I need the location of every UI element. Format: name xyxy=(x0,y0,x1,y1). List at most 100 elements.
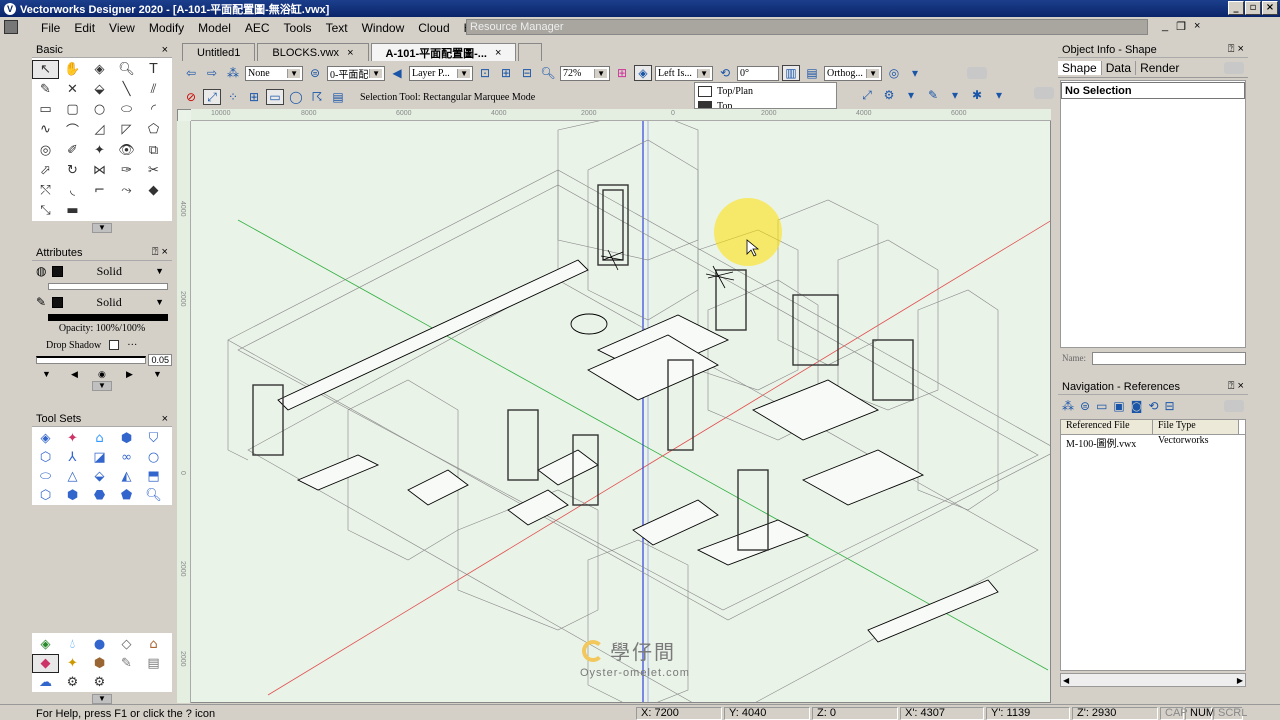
fit-to-objects-icon[interactable]: ⊞ xyxy=(497,65,515,81)
box-icon[interactable]: ⬢ xyxy=(86,654,113,673)
multiple-reshaping-icon[interactable]: ⁘ xyxy=(224,89,242,105)
view-option-top-plan[interactable]: Top/Plan xyxy=(695,83,836,100)
menu-model[interactable]: Model xyxy=(191,21,238,35)
clip-cube-icon[interactable]: ▥ xyxy=(782,65,800,81)
settings-icon[interactable]: ⚙ xyxy=(86,673,113,692)
toolset-dims-notes-icon[interactable]: ⅄ xyxy=(59,448,86,467)
single-object-mode-icon[interactable]: ⊞ xyxy=(245,89,263,105)
rotate-plan-icon[interactable]: ⟲ xyxy=(716,65,734,81)
table-row[interactable]: M-100-圖例.vwx Vectorworks xyxy=(1061,435,1245,450)
references-tab-icon[interactable]: ⟲ xyxy=(1148,399,1158,413)
attributes-scroll-down-icon[interactable]: ▼ xyxy=(92,381,112,391)
fill-row[interactable]: ◍ Solid ▼ xyxy=(32,261,172,281)
toolset-objects-icon[interactable]: ◭ xyxy=(113,467,140,486)
toolset-surfaces-icon[interactable]: ⬒ xyxy=(140,467,167,486)
menu-tools[interactable]: Tools xyxy=(277,21,319,35)
zoom-select[interactable]: 72% ▼ xyxy=(560,65,610,81)
visibility-tool-icon[interactable]: 👁︎ xyxy=(113,141,140,160)
menu-view[interactable]: View xyxy=(102,21,142,35)
tab-shape[interactable]: Shape xyxy=(1058,60,1102,75)
toolset-furniture-icon[interactable]: ⬢ xyxy=(113,429,140,448)
navigation-more-button[interactable] xyxy=(1224,400,1244,412)
menu-window[interactable]: Window xyxy=(355,21,412,35)
rounded-rectangle-tool-icon[interactable]: ▢ xyxy=(59,100,86,119)
tab-close-icon[interactable]: × xyxy=(495,47,501,59)
toolset-visualization-icon[interactable]: ✦ xyxy=(59,429,86,448)
toolset-solids-icon[interactable]: ⬡ xyxy=(32,486,59,505)
fillet-tool-icon[interactable]: ◟ xyxy=(59,181,86,200)
locus-tool-icon[interactable]: ✕ xyxy=(59,80,86,99)
chamfer-tool-icon[interactable]: ⌐ xyxy=(86,181,113,200)
toolset-building-shell-icon[interactable]: ⌂ xyxy=(86,429,113,448)
layers-tab-icon[interactable]: ⊜ xyxy=(1080,399,1090,413)
selection-tool-icon[interactable]: ↖ xyxy=(32,60,59,79)
angle-input[interactable]: 0° xyxy=(737,65,779,81)
freehand-tool-icon[interactable]: ∿ xyxy=(32,120,59,139)
zoom-tool-icon[interactable]: 🔍︎ xyxy=(113,60,140,79)
lasso-select-icon[interactable]: ◯ xyxy=(287,89,305,105)
regular-polygon-tool-icon[interactable]: ⬠ xyxy=(140,120,167,139)
polygon-select-icon[interactable]: ☈ xyxy=(308,89,326,105)
pencil-icon[interactable]: ✎ xyxy=(113,654,140,673)
name-input[interactable] xyxy=(1092,351,1246,365)
drawing-canvas[interactable] xyxy=(177,109,1051,703)
rectangular-marquee-mode-icon[interactable]: ⤢ xyxy=(203,89,221,105)
maximize-button[interactable]: ▫ xyxy=(1245,1,1261,15)
house-icon[interactable]: ⌂ xyxy=(140,635,167,654)
toolsets-close-icon[interactable]: × xyxy=(162,413,168,425)
menu-cloud[interactable]: Cloud xyxy=(411,21,456,35)
droplet-icon[interactable]: 💧︎ xyxy=(59,635,86,654)
sheets-tab-icon[interactable]: ▭ xyxy=(1096,399,1107,413)
flyover-tool-icon[interactable]: ◈ xyxy=(86,60,113,79)
back-view-icon[interactable]: ⇦ xyxy=(182,65,200,81)
toolbar-more-button[interactable] xyxy=(1034,87,1054,99)
minimize-button[interactable]: _ xyxy=(1228,1,1244,15)
tab-untitled1[interactable]: Untitled1 xyxy=(182,43,256,61)
polygon-tool-icon[interactable]: ◿ xyxy=(86,120,113,139)
opacity-label[interactable]: Opacity: 100%/100% xyxy=(32,323,172,337)
globe-icon[interactable]: ● xyxy=(86,635,113,654)
line-weight-value[interactable]: 0.05 xyxy=(148,354,172,366)
object-info-pin-close-icon[interactable]: ⍰ × xyxy=(1228,43,1244,56)
toolset-detailing-icon[interactable]: ⬡ xyxy=(32,448,59,467)
offset-tool-icon[interactable]: ⤳ xyxy=(113,181,140,200)
fill-dropdown-icon[interactable]: ▼ xyxy=(155,266,172,276)
arrow-left-icon[interactable]: ◀ xyxy=(71,369,78,380)
toolset-machine-components-icon[interactable]: ∞ xyxy=(113,448,140,467)
arrow-end-dropdown-icon[interactable]: ▼ xyxy=(153,369,162,379)
double-polygon-tool-icon[interactable]: ◸ xyxy=(113,120,140,139)
fill-color-swatch[interactable] xyxy=(52,265,64,277)
eyedropper-tool-icon[interactable]: ✐ xyxy=(59,141,86,160)
arc-tool-icon[interactable]: ◜ xyxy=(140,100,167,119)
object-info-more-button[interactable] xyxy=(1224,61,1244,74)
view-select[interactable]: Left Is... ▼ xyxy=(655,65,713,81)
toolset-mep-icon[interactable]: ○ xyxy=(140,448,167,467)
saved-views-tab-icon[interactable]: ◙ xyxy=(1131,399,1143,413)
arrow-start-dropdown-icon[interactable]: ▼ xyxy=(42,369,51,379)
pen-row[interactable]: ✎ Solid ▼ xyxy=(32,292,172,312)
3d-locus-tool-icon[interactable]: ⬙ xyxy=(86,80,113,99)
text-tool-icon[interactable]: T xyxy=(140,60,167,79)
workspace-scroll-down-icon[interactable]: ▼ xyxy=(92,694,112,704)
view-option-top[interactable]: Top xyxy=(695,100,836,108)
tab-data[interactable]: Data xyxy=(1102,60,1137,75)
mirror-tool-icon[interactable]: ⋈ xyxy=(86,161,113,180)
attribute-mapping-tool-icon[interactable]: ✦ xyxy=(86,141,113,160)
toolset-cabinets-icon[interactable]: ⬢ xyxy=(59,486,86,505)
site-design-icon[interactable]: ◈ xyxy=(32,635,59,654)
tab-render[interactable]: Render xyxy=(1136,61,1183,75)
render-mode-icon[interactable]: ⊡ xyxy=(476,65,494,81)
basic-palette-close-icon[interactable]: × xyxy=(162,44,168,56)
toolset-stairs-icon[interactable]: ⬣ xyxy=(86,486,113,505)
tab-blocks[interactable]: BLOCKS.vwx × xyxy=(257,43,369,61)
render-icon[interactable]: ◆ xyxy=(32,654,59,673)
rotate-tool-icon[interactable]: ↻ xyxy=(59,161,86,180)
pen-dropdown-icon[interactable]: ▼ xyxy=(155,297,172,307)
perspective-icon[interactable]: ▤ xyxy=(803,65,821,81)
toolset-landscape-icon[interactable]: ⬭ xyxy=(32,467,59,486)
line-tool-icon[interactable]: ╲ xyxy=(113,80,140,99)
classes-tab-icon[interactable]: ⁂ xyxy=(1062,399,1074,413)
forward-view-icon[interactable]: ⇨ xyxy=(203,65,221,81)
snapping-icon[interactable]: ⤢ xyxy=(858,87,876,103)
close-button[interactable]: × xyxy=(1262,1,1278,15)
